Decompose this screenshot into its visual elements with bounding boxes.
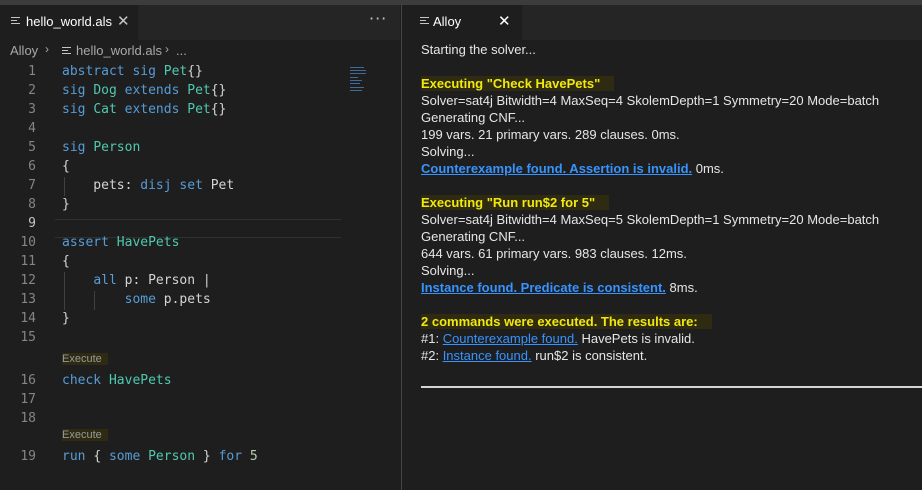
breadcrumb-file[interactable]: hello_world.als [76,43,162,58]
breadcrumb-root[interactable]: Alloy [10,43,38,58]
file-lines-icon [420,17,429,26]
output-line: 644 vars. 61 primary vars. 983 clauses. … [421,246,687,261]
execute-codelens[interactable]: Execute [62,429,108,441]
counterexample-link[interactable]: Counterexample found. Assertion is inval… [421,161,692,176]
code-line: 9 [28,216,36,231]
code-line: 17 [20,392,36,407]
breadcrumb: Alloy › hello_world.als › ... [0,40,400,62]
chevron-right-icon: › [45,42,49,56]
output-tab-bar: Alloy ✕ [402,5,922,40]
code-line: 19 run { some Person } for 5 [20,449,258,464]
file-lines-icon [62,47,71,56]
code-line: 15 [20,330,36,345]
output-line: #1: Counterexample found. HavePets is in… [421,331,695,346]
output-header: Executing "Check HavePets" [421,75,615,92]
code-line: 7 pets: disj set Pet [28,178,235,193]
breadcrumb-tail[interactable]: ... [176,43,187,58]
execute-codelens[interactable]: Execute [62,353,108,365]
code-line: 6{ [28,159,70,174]
code-line: 16 check HavePets [20,373,172,388]
output-line: Solving... [421,263,475,278]
output-header: 2 commands were executed. The results ar… [421,313,712,330]
close-icon[interactable]: ✕ [498,12,511,30]
output-line: Counterexample found. Assertion is inval… [421,161,724,176]
more-actions-icon[interactable]: ··· [369,9,387,28]
code-line: 5 sig Person [28,140,141,155]
tab-label: Alloy [433,14,462,29]
code-line: 13 some p.pets [20,292,211,307]
output-header: Executing "Run run$2 for 5" [421,194,610,211]
tab-hello-world[interactable]: hello_world.als ✕ [0,5,138,40]
editor-group: hello_world.als ✕ ··· Alloy › hello_worl… [0,5,400,490]
output-line: #2: Instance found. run$2 is consistent. [421,348,648,363]
code-line: 14} [20,311,70,326]
alloy-output-panel: Alloy ✕ Starting the solver... Executing… [402,5,922,490]
output-line: 199 vars. 21 primary vars. 289 clauses. … [421,127,680,142]
code-line: 18 [20,411,36,426]
instance-link[interactable]: Instance found. [443,348,532,363]
code-line: 2 sig Dog extends Pet{} [28,83,227,98]
output-line: Starting the solver... [421,42,536,57]
instance-link[interactable]: Instance found. Predicate is consistent. [421,280,666,295]
minimap[interactable] [350,67,374,107]
output-line: Generating CNF... [421,110,526,125]
tab-label: hello_world.als [26,14,112,29]
editor-tab-bar: hello_world.als ✕ ··· [0,5,400,40]
code-line: 1 abstract sig Pet{} [28,64,203,79]
output-line: Solver=sat4j Bitwidth=4 MaxSeq=4 SkolemD… [421,93,880,108]
code-line: 11{ [20,254,70,269]
tab-alloy[interactable]: Alloy ✕ [402,5,522,40]
output-line: Generating CNF... [421,229,526,244]
output-line: Instance found. Predicate is consistent.… [421,280,698,295]
code-line: 12 all p: Person | [20,273,211,288]
counterexample-link[interactable]: Counterexample found. [443,331,578,346]
code-line: 10 assert HavePets [20,235,180,250]
output-line: Solver=sat4j Bitwidth=4 MaxSeq=5 SkolemD… [421,212,880,227]
close-icon[interactable]: ✕ [117,12,130,30]
file-lines-icon [11,17,20,26]
chevron-right-icon: › [165,42,169,56]
code-line: 3 sig Cat extends Pet{} [28,102,227,117]
output-line: Solving... [421,144,475,159]
code-line: 8} [28,197,70,212]
code-line: 4 [28,121,36,136]
output-separator [421,386,922,388]
